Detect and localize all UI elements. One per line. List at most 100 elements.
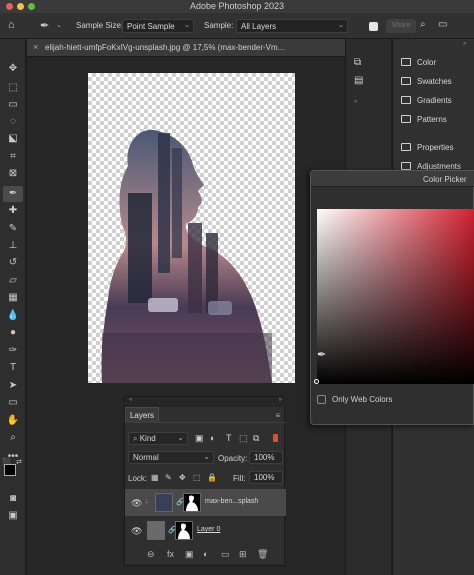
filter-toggle-icon[interactable] — [273, 434, 278, 442]
new-layer-icon[interactable]: ⊞ — [239, 549, 247, 560]
panel-color[interactable]: Color — [401, 58, 436, 67]
patterns-panel-icon — [401, 115, 411, 123]
sample-select[interactable]: All Layers ⌄ — [236, 19, 348, 33]
layer-style-fx-icon[interactable]: fx — [167, 549, 174, 559]
healing-brush-tool-icon[interactable]: ✚ — [3, 203, 23, 219]
tools-panel: ✥ ⬚ ▭ ◌ ⬕ ⌗ ⊠ ✒ ✚ ✎ ⊥ ↺ ▱ ▦ 💧 ● ✑ T ➤ ▭ … — [0, 39, 26, 575]
rectangle-tool-icon[interactable]: ▭ — [3, 395, 23, 411]
panel-gradients[interactable]: Gradients — [401, 96, 452, 105]
gradient-tool-icon[interactable]: ▦ — [3, 290, 23, 306]
zoom-tool-icon[interactable]: ⌕ — [3, 430, 23, 446]
blend-mode-select[interactable]: Normal ⌄ — [128, 451, 214, 464]
blur-tool-icon[interactable]: 💧 — [3, 308, 23, 324]
layers-panel-header[interactable]: « » — [125, 397, 286, 407]
layer-mask-thumbnail[interactable] — [175, 521, 193, 540]
clone-stamp-tool-icon[interactable]: ⊥ — [3, 238, 23, 254]
lock-artboard-icon[interactable]: ⬚ — [193, 473, 201, 482]
fill-input[interactable]: 100% — [249, 471, 283, 484]
layer-filter-select[interactable]: ⌕ Kind ⌄ — [128, 432, 188, 445]
panel-swatches[interactable]: Swatches — [401, 77, 452, 86]
search-icon: ⌕ — [133, 434, 140, 443]
panel-patterns[interactable]: Patterns — [401, 115, 447, 124]
options-bar: ⌂ ✒ ⌄ Sample Size: Point Sample ⌄ Sample:… — [0, 13, 474, 39]
chevron-down-icon: ⌄ — [177, 433, 184, 442]
move-tool-icon[interactable]: ✥ — [3, 61, 23, 77]
add-mask-icon[interactable]: ▣ — [185, 549, 194, 560]
history-panel-icon[interactable]: ⧉ — [354, 57, 361, 68]
layer-thumbnail — [155, 493, 173, 512]
eyedropper-tool-icon[interactable]: ✒ — [3, 186, 23, 202]
quick-mask-icon[interactable]: ◙ — [3, 491, 23, 507]
close-tab-icon[interactable]: × — [33, 42, 38, 52]
lock-all-icon[interactable]: 🔒 — [207, 473, 217, 482]
object-selection-tool-icon[interactable]: ⬕ — [3, 131, 23, 147]
visibility-eye-icon[interactable]: 👁 — [131, 526, 142, 537]
tool-preset-chevron-icon[interactable]: ⌄ — [56, 21, 62, 29]
lock-transparent-icon[interactable]: ▦ — [151, 473, 159, 482]
filter-smart-object-icon[interactable]: ⧉ — [253, 433, 259, 444]
home-icon[interactable]: ⌂ — [8, 19, 15, 31]
artboard-tool-icon[interactable]: ⬚ — [3, 80, 23, 96]
link-layers-icon[interactable]: ⊖ — [147, 549, 155, 560]
document-tab[interactable]: × elijah-hiett-umfpFoKxIVg-unsplash.jpg … — [27, 39, 345, 57]
lock-position-icon[interactable]: ✥ — [179, 473, 186, 482]
visibility-eye-icon[interactable]: 👁 — [131, 498, 142, 509]
share-button[interactable]: Share — [386, 19, 416, 33]
history-brush-tool-icon[interactable]: ↺ — [3, 255, 23, 271]
layer-row-max-bender[interactable]: 👁 ↓ 🔗 max-ben...splash — [125, 489, 286, 516]
only-web-colors-option[interactable]: Only Web Colors — [317, 395, 392, 404]
lock-label: Lock: — [128, 474, 148, 483]
hand-tool-icon[interactable]: ✋ — [3, 413, 23, 429]
window-title: Adobe Photoshop 2023 — [189, 1, 285, 11]
dodge-tool-icon[interactable]: ● — [3, 325, 23, 341]
document-tab-title: elijah-hiett-umfpFoKxIVg-unsplash.jpg @ … — [45, 43, 285, 52]
lasso-tool-icon[interactable]: ◌ — [3, 114, 23, 130]
collapse-icon[interactable]: « — [129, 397, 132, 403]
layer-name[interactable]: max-ben...splash — [205, 498, 258, 505]
panel-menu-icon[interactable]: ≡ — [275, 411, 280, 420]
foreground-color-swatch[interactable] — [4, 464, 16, 476]
collapse-panels-icon[interactable]: » — [463, 41, 466, 47]
frame-tool-icon[interactable]: ⊠ — [3, 166, 23, 182]
layer-row-layer-0[interactable]: 👁 🔗 Layer 0 — [125, 517, 286, 544]
brush-tool-icon[interactable]: ✎ — [3, 221, 23, 237]
layer-mask-thumbnail[interactable] — [183, 493, 201, 512]
type-tool-icon[interactable]: T — [3, 360, 23, 376]
eraser-tool-icon[interactable]: ▱ — [3, 273, 23, 289]
color-picker-dialog: Color Picker ✒ Only Web Colors — [310, 170, 474, 425]
color-picker-titlebar[interactable]: Color Picker — [311, 171, 474, 187]
comments-panel-icon[interactable]: ▤ — [354, 75, 363, 86]
marquee-tool-icon[interactable]: ▭ — [3, 97, 23, 113]
opacity-input[interactable]: 100% — [249, 451, 283, 464]
adjustment-layer-icon[interactable]: ◐ — [203, 549, 208, 559]
collapse-icon[interactable]: » — [279, 397, 282, 403]
layer-name[interactable]: Layer 0 — [197, 526, 220, 533]
chevron-down-icon: ⌄ — [203, 452, 210, 461]
pen-tool-icon[interactable]: ✑ — [3, 343, 23, 359]
lock-image-icon[interactable]: ✎ — [165, 473, 172, 482]
filter-pixel-icon[interactable]: ▣ — [195, 433, 204, 444]
document-canvas[interactable] — [88, 73, 295, 383]
crop-tool-icon[interactable]: ⌗ — [3, 149, 23, 165]
eyedropper-tool-icon[interactable]: ✒ — [40, 19, 49, 32]
tab-layers[interactable]: Layers — [125, 407, 159, 422]
saturation-brightness-field[interactable] — [317, 209, 474, 384]
screen-mode-icon[interactable]: ▣ — [3, 508, 23, 524]
new-group-icon[interactable]: ▭ — [221, 549, 230, 560]
title-bar: Adobe Photoshop 2023 — [0, 0, 474, 13]
color-selection-marker[interactable] — [314, 379, 319, 384]
search-icon[interactable]: ⌕ — [420, 19, 426, 30]
layers-footer: ⊖ fx ▣ ◐ ▭ ⊞ 🗑 — [125, 547, 286, 565]
show-sampling-ring-checkbox[interactable] — [369, 22, 378, 31]
fill-label: Fill: — [233, 474, 246, 483]
path-selection-tool-icon[interactable]: ➤ — [3, 378, 23, 394]
delete-layer-icon[interactable]: 🗑 — [257, 549, 268, 560]
workspace-icon[interactable]: ▭ — [438, 19, 447, 30]
panel-properties[interactable]: Properties — [401, 143, 453, 152]
filter-adjustment-icon[interactable]: ◐ — [210, 433, 215, 443]
filter-shape-icon[interactable]: ⬚ — [239, 433, 248, 444]
filter-type-icon[interactable]: T — [226, 433, 232, 443]
expand-panels-icon[interactable]: « — [354, 99, 357, 105]
only-web-colors-checkbox[interactable] — [317, 395, 326, 404]
sample-size-select[interactable]: Point Sample ⌄ — [122, 19, 194, 33]
